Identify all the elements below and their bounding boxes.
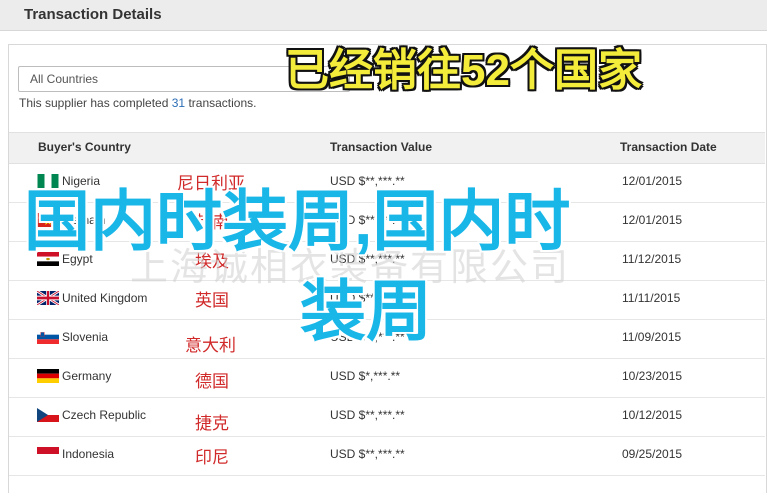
slovenia-flag-icon <box>37 330 59 344</box>
row-value: USD $**,***.** <box>330 408 405 422</box>
column-header-value[interactable]: Transaction Value <box>330 140 432 154</box>
table-header: Buyer's Country Transaction Value Transa… <box>9 132 765 164</box>
row-value: USD $*,***.** <box>330 369 401 383</box>
table-row: Germany USD $*,***.** 10/23/2015 德国 <box>9 358 765 398</box>
column-header-date[interactable]: Transaction Date <box>620 140 717 154</box>
overlay-headline-line1: 国内时装周,国内时 <box>24 184 571 258</box>
row-date: 12/01/2015 <box>622 174 683 188</box>
summary-suffix: transactions. <box>185 96 257 110</box>
transactions-summary: This supplier has completed 31 transacti… <box>19 96 256 110</box>
row-cn-label: 意大利 <box>185 336 236 355</box>
transaction-count: 31 <box>171 96 186 110</box>
row-cn-label: 印尼 <box>195 448 229 467</box>
row-date: 10/23/2015 <box>622 369 683 383</box>
row-date: 10/12/2015 <box>622 408 683 422</box>
row-country: Slovenia <box>62 330 109 344</box>
row-country: Indonesia <box>62 447 115 461</box>
row-value: USD $**,***.** <box>330 447 405 461</box>
title-bar: Transaction Details <box>0 0 767 31</box>
indonesia-flag-icon <box>37 447 59 461</box>
country-filter-value: All Countries <box>30 72 99 86</box>
overlay-headline-line2: 装周 <box>300 274 432 348</box>
table-row: Indonesia USD $**,***.** 09/25/2015 印尼 <box>9 436 765 476</box>
row-country: Germany <box>62 369 112 383</box>
germany-flag-icon <box>37 369 59 383</box>
column-header-country[interactable]: Buyer's Country <box>38 140 131 154</box>
row-country: Czech Republic <box>62 408 147 422</box>
row-cn-label: 德国 <box>195 372 229 391</box>
uk-flag-icon <box>37 291 59 305</box>
row-country: United Kingdom <box>62 291 148 305</box>
table-row: Czech Republic USD $**,***.** 10/12/2015… <box>9 397 765 437</box>
page-title: Transaction Details <box>24 6 162 23</box>
summary-prefix: This supplier has completed <box>19 96 172 110</box>
czech-flag-icon <box>37 408 59 422</box>
row-date: 11/09/2015 <box>622 330 682 344</box>
overlay-sales-caption: 已经销往52个国家 <box>285 46 642 95</box>
row-cn-label: 捷克 <box>195 414 229 433</box>
row-date: 09/25/2015 <box>622 447 683 461</box>
row-date: 12/01/2015 <box>622 213 683 227</box>
row-date: 11/12/2015 <box>622 252 682 266</box>
row-date: 11/11/2015 <box>622 291 681 305</box>
transaction-details-page: Transaction Details All Countries This s… <box>0 0 767 493</box>
